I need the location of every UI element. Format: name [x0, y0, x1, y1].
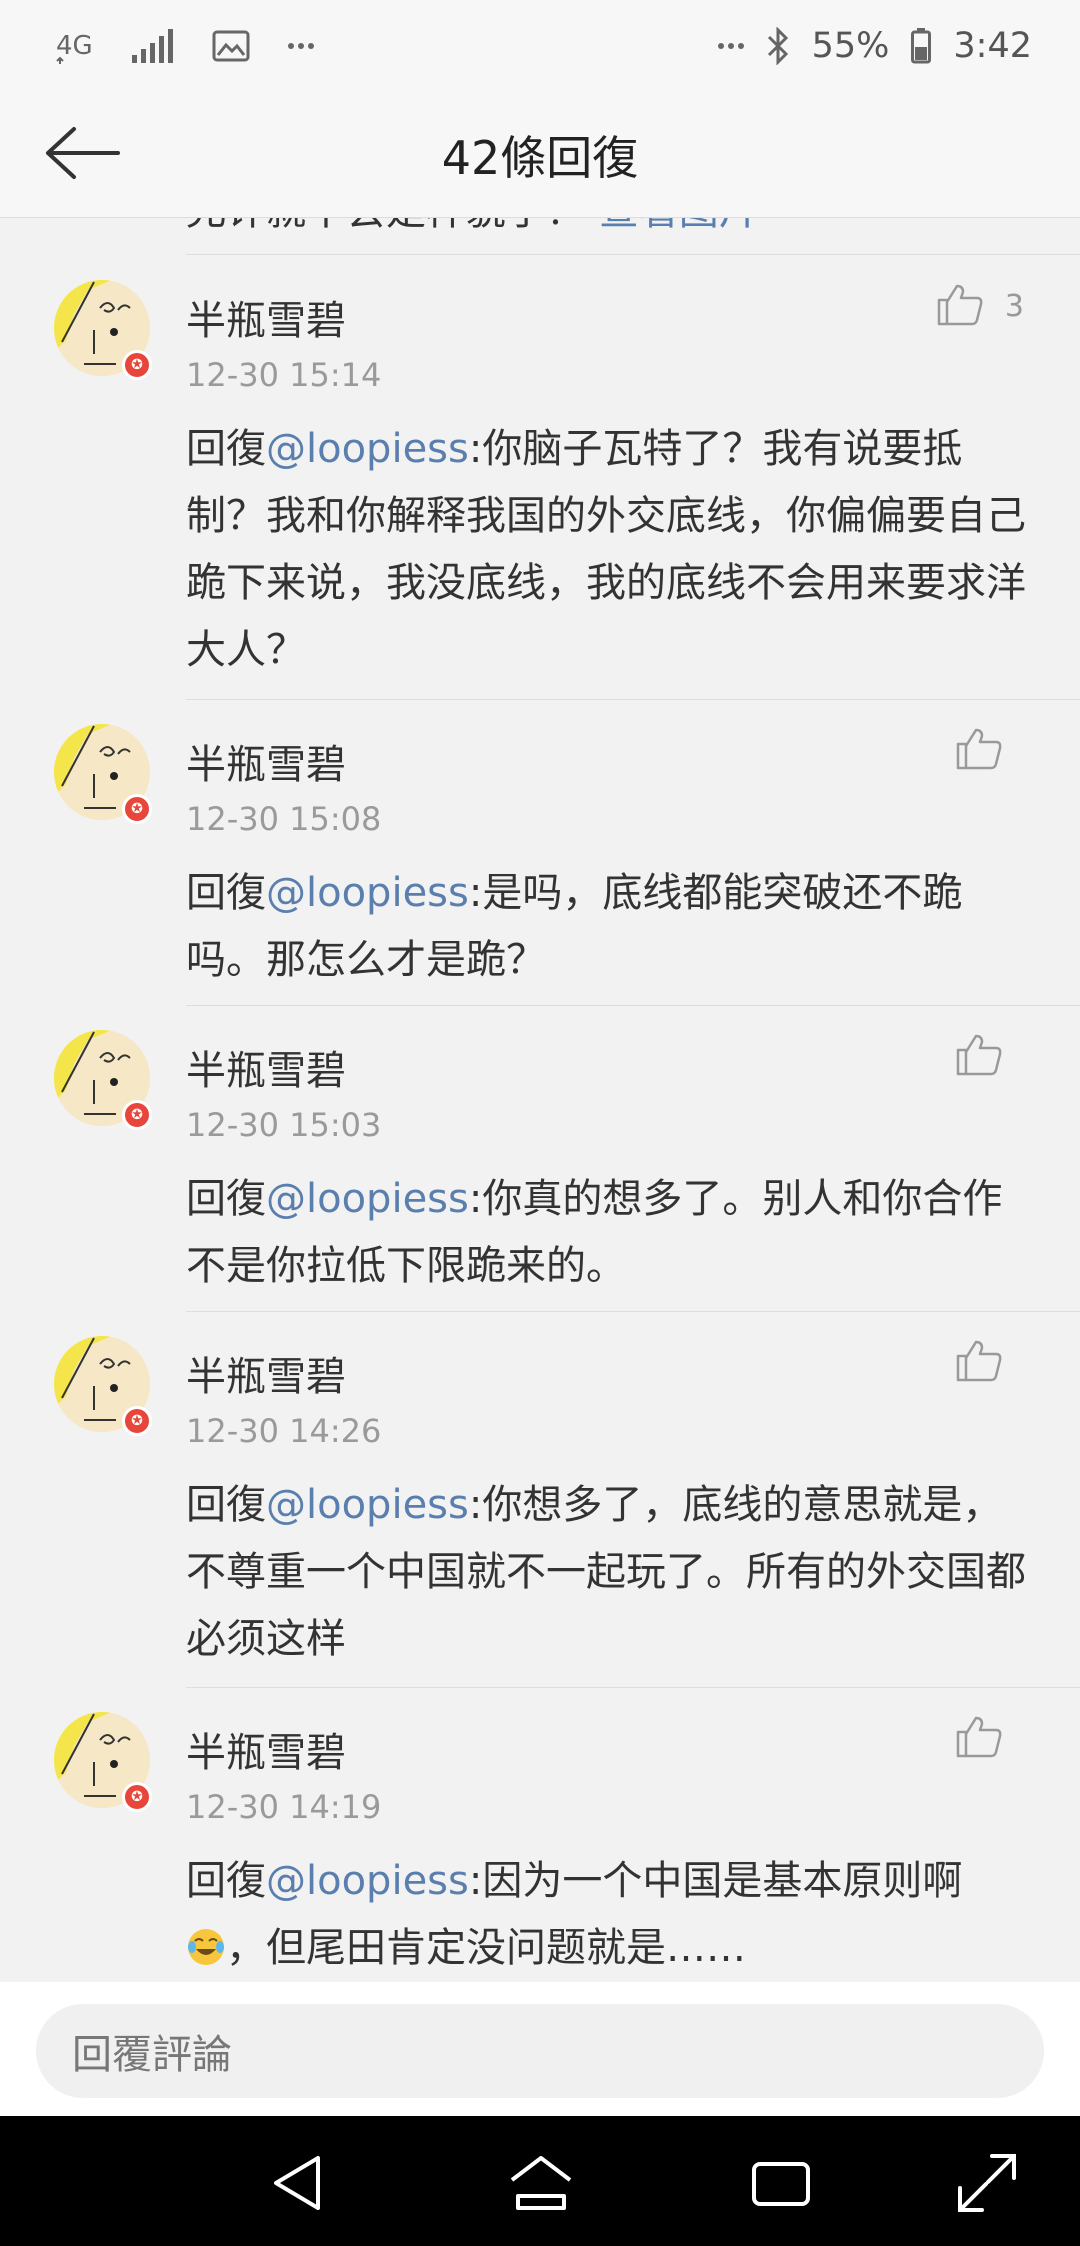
divider	[186, 254, 1080, 255]
mention-link[interactable]: @loopiess	[266, 870, 469, 916]
partial-comment-link[interactable]: 查看图片	[599, 218, 759, 234]
mention-link[interactable]: @loopiess	[266, 1482, 469, 1528]
like-button[interactable]: 3	[937, 282, 1024, 330]
comment-item: ✪ 半瓶雪碧 12-30 14:19 回復@loopiess:因为一个中国是基本…	[0, 1688, 1080, 1982]
nav-fullscreen-button[interactable]	[952, 2148, 1022, 2218]
comment-item: ✪ 半瓶雪碧 12-30 15:14 3 回復@loopiess:你脑子瓦特了？…	[0, 256, 1080, 700]
battery-percent: 55%	[811, 26, 890, 66]
mention-link[interactable]: @loopiess	[266, 1858, 469, 1904]
reply-comment-input[interactable]: 回覆評論	[36, 2004, 1044, 2098]
comment-body: :因为一个中国是基本原则啊	[468, 1858, 963, 1904]
comment-author[interactable]: 半瓶雪碧	[186, 288, 346, 346]
verified-badge-icon: ✪	[122, 794, 152, 824]
comment-author[interactable]: 半瓶雪碧	[186, 732, 346, 790]
home-icon	[506, 2156, 576, 2222]
back-arrow-icon	[44, 125, 120, 185]
thumbs-up-icon	[956, 726, 1002, 774]
verified-badge-icon: ✪	[122, 350, 152, 380]
avatar[interactable]: ✪	[54, 724, 152, 824]
like-button[interactable]	[956, 1338, 1024, 1386]
comment-item: ✪ 半瓶雪碧 12-30 15:08 回復@loopiess:是吗，底线都能突破…	[0, 700, 1080, 1006]
avatar[interactable]: ✪	[54, 1336, 152, 1436]
top-header: 42條回復	[0, 92, 1080, 218]
verified-badge-icon: ✪	[122, 1782, 152, 1812]
thumbs-up-icon	[956, 1032, 1002, 1080]
like-button[interactable]	[956, 726, 1024, 774]
clock: 3:42	[953, 26, 1032, 66]
nav-home-button[interactable]	[506, 2148, 576, 2218]
reply-prefix: 回復	[186, 1176, 266, 1222]
verified-badge-icon: ✪	[122, 1100, 152, 1130]
back-button[interactable]	[40, 118, 124, 192]
thumbs-up-icon	[937, 282, 983, 330]
comment-item: ✪ 半瓶雪碧 12-30 14:26 回復@loopiess:你想多了，底线的意…	[0, 1312, 1080, 1688]
comment-text: 回復@loopiess:你真的想多了。别人和你合作不是你拉低下限跪来的。	[186, 1166, 1036, 1300]
mention-link[interactable]: @loopiess	[266, 426, 469, 472]
avatar[interactable]: ✪	[54, 280, 152, 380]
laughing-tears-emoji-icon	[186, 1921, 226, 1982]
more-notifications-icon	[288, 42, 314, 50]
comment-time: 12-30 14:19	[186, 1788, 382, 1826]
more-status-icon	[717, 42, 744, 50]
like-button[interactable]	[956, 1032, 1024, 1080]
bluetooth-icon	[766, 27, 790, 65]
reply-prefix: 回復	[186, 1858, 266, 1904]
reply-prefix: 回復	[186, 1482, 266, 1528]
partial-comment-text: 允许就不会是样貌了？ 查看图片	[186, 218, 1046, 250]
verified-badge-icon: ✪	[122, 1406, 152, 1436]
comment-text: 回復@loopiess:你脑子瓦特了？我有说要抵制？我和你解释我国的外交底线，你…	[186, 416, 1036, 684]
reply-prefix: 回復	[186, 870, 266, 916]
reply-bar: 回覆評論	[0, 1982, 1080, 2116]
like-button[interactable]	[956, 1714, 1024, 1762]
nav-back-button[interactable]	[266, 2148, 336, 2218]
thumbs-up-icon	[956, 1714, 1002, 1762]
avatar[interactable]: ✪	[54, 1712, 152, 1812]
network-4g-icon: 4G	[56, 26, 94, 66]
comment-text: 回復@loopiess:你想多了，底线的意思就是，不尊重一个中国就不一起玩了。所…	[186, 1472, 1036, 1673]
comment-text: 回復@loopiess:是吗，底线都能突破还不跪吗。那怎么才是跪？	[186, 860, 1036, 994]
triangle-back-icon	[266, 2156, 336, 2222]
comment-list[interactable]: 允许就不会是样貌了？ 查看图片 ✪ 半瓶雪碧 12-30 15:14	[0, 218, 1080, 1982]
like-count: 3	[1004, 288, 1024, 324]
comment-item: ✪ 半瓶雪碧 12-30 15:03 回復@loopiess:你真的想多了。别人…	[0, 1006, 1080, 1312]
comment-text: 回復@loopiess:因为一个中国是基本原则啊 ，但尾田肯定没问题就是……	[186, 1848, 1036, 1982]
page-title: 42條回復	[441, 130, 639, 185]
mention-link[interactable]: @loopiess	[266, 1176, 469, 1222]
comment-time: 12-30 15:03	[186, 1106, 382, 1144]
system-nav-bar	[0, 2116, 1080, 2246]
reply-prefix: 回復	[186, 426, 266, 472]
comment-time: 12-30 15:14	[186, 356, 382, 394]
comment-time: 12-30 14:26	[186, 1412, 382, 1450]
signal-icon	[132, 29, 174, 63]
nav-recents-button[interactable]	[746, 2148, 816, 2218]
status-bar: 4G 55% 3:42	[0, 0, 1080, 92]
comment-author[interactable]: 半瓶雪碧	[186, 1038, 346, 1096]
comment-time: 12-30 15:08	[186, 800, 382, 838]
thumbs-up-icon	[956, 1338, 1002, 1386]
avatar[interactable]: ✪	[54, 1030, 152, 1130]
comment-author[interactable]: 半瓶雪碧	[186, 1344, 346, 1402]
image-notification-icon	[212, 30, 250, 62]
expand-icon	[952, 2154, 1022, 2222]
partial-comment-body: 允许就不会是样貌了？	[186, 218, 586, 234]
battery-icon	[911, 28, 932, 64]
recents-icon	[746, 2162, 816, 2222]
comment-body-continued: ，但尾田肯定没问题就是……	[226, 1925, 746, 1971]
comment-author[interactable]: 半瓶雪碧	[186, 1720, 346, 1778]
svg-text:4G: 4G	[56, 31, 93, 61]
